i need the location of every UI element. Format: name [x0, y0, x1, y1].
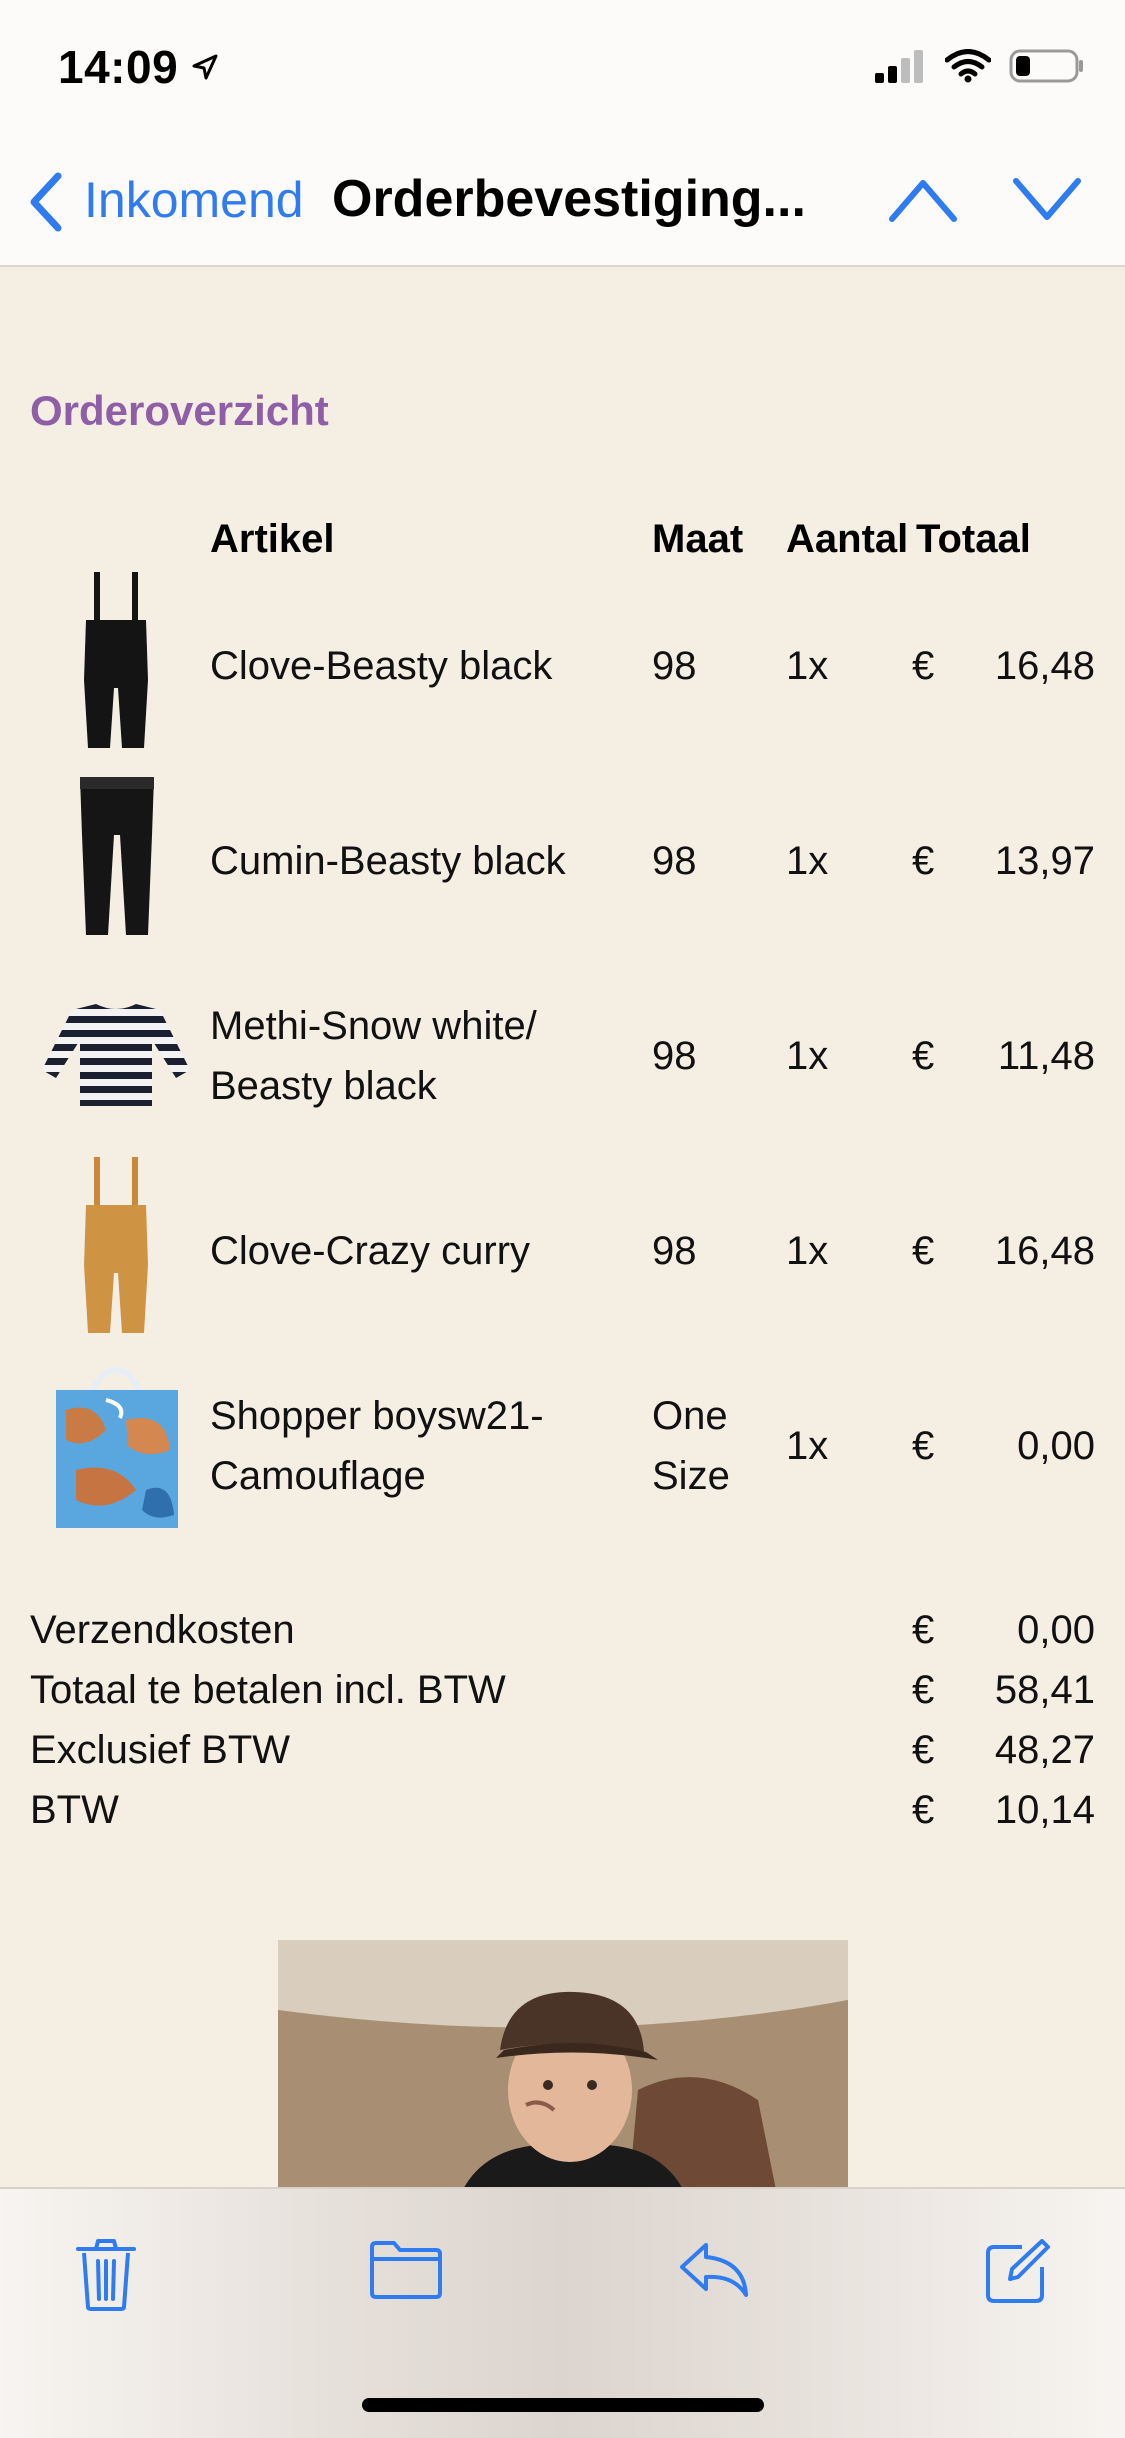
summary-currency: €: [912, 1668, 935, 1712]
item-currency: €: [912, 1034, 935, 1078]
boy-in-cap-image: [278, 1940, 848, 2187]
summary-row-shipping: Verzendkosten € 0,00: [0, 1608, 1125, 1668]
summary-row-total: Totaal te betalen incl. BTW € 58,41: [0, 1668, 1125, 1728]
summary-amount: 10,14: [994, 1788, 1095, 1832]
item-name: Clove-Crazy curry: [210, 1229, 531, 1273]
summary-amount: 58,41: [994, 1668, 1095, 1712]
status-bar: 14:09: [0, 0, 1125, 135]
item-name: Shopper boysw21- Camouflage: [210, 1394, 544, 1498]
item-name: Clove-Beasty black: [210, 644, 553, 688]
email-body[interactable]: Orderoverzicht Artikel Maat Aantal Totaa…: [0, 267, 1125, 2187]
compose-icon[interactable]: [982, 2237, 1052, 2307]
battery-icon: [1009, 49, 1083, 83]
item-amount: 11,48: [997, 1034, 1095, 1078]
summary-row-vat: BTW € 10,14: [0, 1788, 1125, 1848]
summary-label: Exclusief BTW: [30, 1728, 291, 1772]
item-quantity: 1x: [786, 1229, 829, 1273]
item-size: 98: [652, 839, 697, 883]
item-quantity: 1x: [786, 839, 829, 883]
summary-label: Totaal te betalen incl. BTW: [30, 1668, 506, 1712]
item-amount: 16,48: [994, 1229, 1095, 1273]
item-name: Methi-Snow white/ Beasty black: [210, 1004, 537, 1108]
navigation-bar: Inkomend Orderbevestiging...: [0, 135, 1125, 267]
previous-message-icon[interactable]: [888, 175, 958, 225]
item-currency: €: [912, 1424, 935, 1468]
black-overalls-image: [84, 572, 148, 748]
back-button[interactable]: Inkomend: [84, 171, 304, 229]
summary-label: Verzendkosten: [30, 1608, 295, 1652]
summary-row-excl-vat: Exclusief BTW € 48,27: [0, 1728, 1125, 1788]
reply-icon[interactable]: [676, 2237, 752, 2301]
summary-currency: €: [912, 1788, 935, 1832]
order-item-row: Clove-Crazy curry 98 1x € 16,48: [0, 1155, 1125, 1350]
item-currency: €: [912, 1229, 935, 1273]
item-amount: 0,00: [1017, 1424, 1095, 1468]
item-name: Cumin-Beasty black: [210, 839, 566, 883]
camouflage-shopper-bag-image: [56, 1367, 178, 1528]
cellular-signal-icon: [875, 50, 923, 83]
trash-icon[interactable]: [74, 2237, 138, 2313]
wifi-icon: [945, 49, 991, 83]
curry-overalls-image: [84, 1157, 148, 1333]
summary-amount: 48,27: [994, 1728, 1095, 1772]
location-arrow-icon: [192, 54, 218, 80]
status-time: 14:09: [58, 41, 179, 93]
column-header-size: Maat: [652, 517, 744, 561]
column-header-article: Artikel: [210, 517, 335, 561]
promo-photo[interactable]: [278, 1940, 848, 2187]
order-item-row: Cumin-Beasty black 98 1x € 13,97: [0, 765, 1125, 960]
folder-icon[interactable]: [368, 2237, 444, 2301]
item-size: 98: [652, 644, 697, 688]
summary-currency: €: [912, 1728, 935, 1772]
home-indicator[interactable]: [362, 2398, 764, 2412]
summary-label: BTW: [30, 1788, 119, 1832]
order-item-row: Shopper boysw21- Camouflage One Size 1x …: [0, 1350, 1125, 1545]
item-quantity: 1x: [786, 1034, 829, 1078]
item-quantity: 1x: [786, 1424, 829, 1468]
item-size: 98: [652, 1229, 697, 1273]
item-amount: 13,97: [994, 839, 1095, 883]
item-size: 98: [652, 1034, 697, 1078]
item-currency: €: [912, 644, 935, 688]
column-header-qty: Aantal: [786, 517, 909, 561]
summary-amount: 0,00: [1017, 1608, 1095, 1652]
item-amount: 16,48: [994, 644, 1095, 688]
summary-currency: €: [912, 1608, 935, 1652]
item-currency: €: [912, 839, 935, 883]
next-message-icon[interactable]: [1012, 175, 1082, 225]
item-size: One Size: [652, 1394, 730, 1498]
order-item-row: Clove-Beasty black 98 1x € 16,48: [0, 570, 1125, 765]
striped-shirt-image: [42, 1004, 190, 1106]
back-chevron-icon[interactable]: [26, 172, 66, 232]
item-quantity: 1x: [786, 644, 829, 688]
message-subject-title: Orderbevestiging...: [332, 170, 806, 228]
order-item-row: Methi-Snow white/ Beasty black 98 1x € 1…: [0, 960, 1125, 1155]
column-header-total: Totaal: [916, 517, 1031, 561]
black-pants-image: [80, 777, 154, 935]
section-title: Orderoverzicht: [30, 387, 329, 434]
